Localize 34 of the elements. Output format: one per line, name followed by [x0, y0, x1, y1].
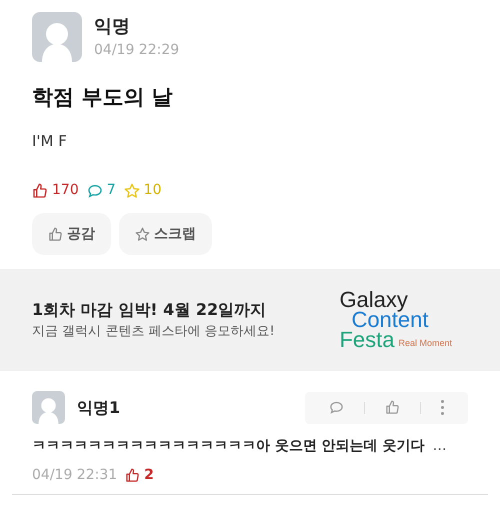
avatar-icon: [32, 12, 82, 62]
thumbs-up-icon: [48, 226, 63, 242]
comment-like-count: 2: [144, 466, 154, 485]
logo-text: Content: [351, 310, 430, 330]
post-title: 학점 부도의 날: [32, 84, 174, 111]
reply-button[interactable]: [329, 400, 344, 415]
ad-banner[interactable]: 1회차 마감 임박! 4월 22일까지 지금 갤럭시 콘텐츠 페스타에 응모하세요! Galaxy Content Festa Real Moment: [0, 269, 500, 371]
scrap-count: 10: [144, 181, 162, 200]
like-button[interactable]: 공감: [32, 213, 111, 255]
star-icon: [124, 182, 140, 198]
commenter-name: 익명1: [77, 396, 120, 418]
thumbs-up-icon: [32, 182, 48, 198]
thumbs-up-icon: [385, 400, 400, 415]
logo-text: Galaxy: [339, 290, 408, 310]
speech-bubble-icon: [86, 182, 103, 198]
thumbs-up-icon: [125, 468, 140, 483]
logo-text: Festa: [339, 330, 394, 350]
like-count: 170: [52, 181, 79, 200]
logo-tagline: Real Moment: [398, 337, 452, 350]
author-name: 익명: [94, 15, 131, 39]
avatar-icon: [32, 391, 65, 424]
comment-text: ㅋㅋㅋㅋㅋㅋㅋㅋㅋㅋㅋㅋㅋㅋㅋㅋ아 웃으면 안되는데 웃기다: [32, 437, 425, 456]
post-time: 04/19 22:29: [94, 41, 180, 60]
banner-headline: 1회차 마감 임박! 4월 22일까지: [32, 299, 268, 322]
comment-time: 04/19 22:31: [32, 466, 118, 485]
like-button[interactable]: [385, 400, 400, 415]
more-text[interactable]: …: [432, 436, 447, 457]
more-button[interactable]: [441, 400, 444, 415]
comment-count: 7: [106, 181, 116, 200]
banner-subline: 지금 갤럭시 콘텐츠 페스타에 응모하세요!: [32, 323, 275, 342]
star-icon: [135, 226, 150, 242]
speech-bubble-icon: [329, 400, 344, 415]
scrap-button[interactable]: 스크랩: [119, 213, 212, 255]
post-body: I'M F: [32, 130, 68, 152]
